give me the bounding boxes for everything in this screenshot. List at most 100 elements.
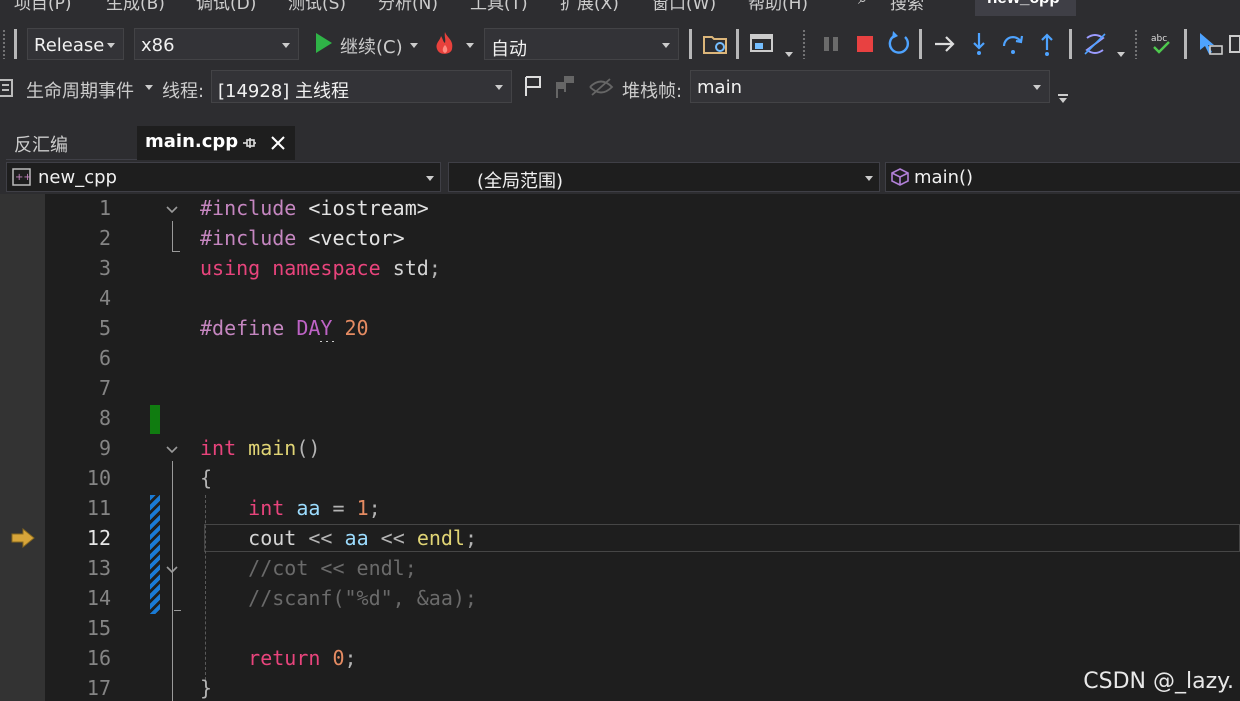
thread-dropdown[interactable]: [14928] 主线程: [211, 70, 512, 103]
macro-hint-dots: [318, 340, 338, 343]
toolbar-separator: [736, 29, 739, 59]
menu-help[interactable]: 帮助(H): [748, 0, 808, 14]
toolbar-separator: [14, 29, 17, 59]
toolbar-grip[interactable]: [802, 29, 807, 59]
chevron-down-icon[interactable]: [410, 43, 418, 48]
step-into-icon[interactable]: [965, 30, 993, 58]
menu-extensions[interactable]: 扩展(X): [560, 0, 619, 14]
chevron-down-icon[interactable]: [466, 43, 474, 48]
code-line[interactable]: //scanf("%d", &aa);: [200, 586, 477, 610]
code-line[interactable]: }: [200, 676, 212, 700]
menu-analyze[interactable]: 分析(N): [378, 0, 438, 14]
tab-main-cpp[interactable]: main.cpp: [137, 126, 295, 160]
toolbar-separator: [1184, 29, 1187, 59]
close-icon[interactable]: [269, 134, 287, 152]
continue-button-label[interactable]: 继续(C): [340, 33, 403, 59]
svg-text:++: ++: [15, 172, 32, 183]
menu-debug[interactable]: 调试(D): [196, 0, 256, 14]
spell-check-icon[interactable]: abc: [1148, 30, 1176, 58]
chevron-down-icon: [495, 85, 503, 90]
line-number: 3: [98, 256, 111, 280]
menu-test[interactable]: 测试(S): [288, 0, 346, 14]
chevron-down-icon[interactable]: [1117, 52, 1125, 57]
menu-tools[interactable]: 工具(T): [470, 0, 528, 14]
line-number: 4: [98, 286, 111, 310]
stack-frame-dropdown[interactable]: main: [690, 70, 1050, 103]
debug-toolbar: Release x86 继续(C) 自动 abc: [0, 18, 1240, 70]
step-out-icon[interactable]: [1033, 30, 1061, 58]
flagged-threads-icon[interactable]: [553, 74, 579, 100]
tab-label: 反汇编: [14, 135, 68, 156]
watermark-text: CSDN @_lazy.: [1083, 669, 1234, 694]
show-threads-in-source-icon[interactable]: [587, 74, 615, 100]
current-statement-arrow-icon[interactable]: [10, 527, 36, 549]
tab-disassembly[interactable]: 反汇编: [6, 126, 137, 160]
watch-mode-dropdown[interactable]: 自动: [484, 28, 679, 60]
line-number: 17: [86, 676, 111, 700]
code-line[interactable]: //cot << endl;: [200, 556, 417, 580]
code-line[interactable]: int main(): [200, 436, 320, 460]
code-line[interactable]: using namespace std;: [200, 256, 441, 280]
show-next-statement-icon[interactable]: [931, 30, 959, 58]
menu-build[interactable]: 生成(B): [106, 0, 165, 14]
member-scope-dropdown[interactable]: main(): [885, 162, 1240, 192]
step-over-icon[interactable]: [999, 30, 1027, 58]
menu-project[interactable]: 项目(P): [14, 0, 72, 14]
type-scope-value: (全局范围): [477, 171, 564, 192]
pin-icon[interactable]: [241, 135, 257, 151]
chevron-down-icon[interactable]: [785, 52, 793, 57]
method-cube-icon: [890, 167, 910, 187]
chevron-down-icon: [1033, 85, 1041, 90]
document-tab-strip: 反汇编 main.cpp: [0, 116, 1240, 160]
configuration-dropdown[interactable]: Release: [27, 28, 124, 60]
line-number: 16: [86, 646, 111, 670]
line-number: 11: [86, 496, 111, 520]
lifecycle-events-button[interactable]: 生命周期事件: [26, 77, 134, 103]
toolbar-grip[interactable]: [2, 29, 5, 59]
open-folder-icon[interactable]: [701, 30, 729, 58]
window-layout-icon[interactable]: [748, 30, 776, 58]
hex-display-icon[interactable]: [1081, 30, 1109, 58]
flag-thread-icon[interactable]: [521, 74, 545, 98]
collapse-chevron-icon[interactable]: [166, 203, 178, 215]
overflow-icon[interactable]: [1228, 30, 1240, 58]
fold-guide-end: [174, 610, 181, 611]
debug-location-toolbar: 生命周期事件 线程: [14928] 主线程 堆栈帧: main: [0, 70, 1240, 116]
thread-label: 线程:: [162, 81, 205, 102]
line-number: 9: [98, 436, 111, 460]
hot-reload-flame-icon[interactable]: [432, 30, 458, 58]
code-line[interactable]: {: [200, 466, 212, 490]
code-line[interactable]: #define DAY 20: [200, 316, 369, 340]
chevron-down-icon[interactable]: [145, 85, 153, 90]
project-scope-dropdown[interactable]: ++ new_cpp: [6, 162, 441, 192]
code-line[interactable]: cout << aa << endl;: [200, 526, 477, 550]
toolbar-grip[interactable]: [1134, 29, 1139, 59]
lifecycle-events-icon[interactable]: [0, 76, 16, 100]
continue-play-icon[interactable]: [310, 30, 336, 56]
stop-icon[interactable]: [852, 30, 880, 58]
line-number: 13: [86, 556, 111, 580]
chevron-down-icon[interactable]: [1059, 98, 1067, 103]
platform-dropdown[interactable]: x86: [134, 28, 299, 60]
pause-icon[interactable]: [818, 30, 846, 58]
code-line[interactable]: int aa = 1;: [200, 496, 381, 520]
select-element-icon[interactable]: [1196, 30, 1224, 58]
restart-icon[interactable]: [885, 30, 913, 58]
search-label[interactable]: 搜索: [890, 0, 924, 14]
code-editor[interactable]: [0, 194, 1240, 701]
collapse-chevron-icon[interactable]: [166, 443, 178, 455]
saved-change-marker: [150, 405, 160, 434]
code-line[interactable]: #include <vector>: [200, 226, 405, 250]
type-scope-dropdown[interactable]: (全局范围): [448, 162, 880, 192]
collapse-chevron-icon[interactable]: [166, 563, 178, 575]
code-line[interactable]: return 0;: [200, 646, 356, 670]
chevron-down-icon: [662, 43, 670, 48]
chevron-down-icon: [107, 43, 115, 48]
toolbar-overflow-icon[interactable]: [1058, 94, 1068, 96]
stack-frame-value: main: [697, 77, 742, 98]
code-line[interactable]: #include <iostream>: [200, 196, 429, 220]
menu-window[interactable]: 窗口(W): [652, 0, 716, 14]
search-icon[interactable]: ⌕: [858, 0, 868, 9]
line-number: 12: [86, 526, 111, 550]
glyph-margin[interactable]: [0, 194, 45, 701]
